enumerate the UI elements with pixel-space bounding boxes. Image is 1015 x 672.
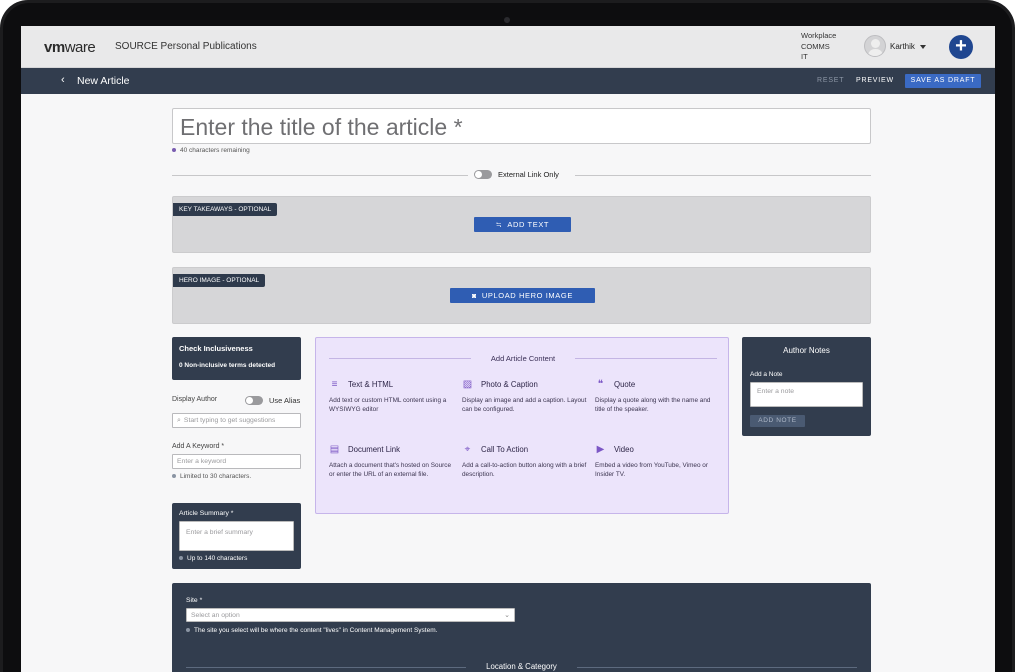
article-title-placeholder: Enter the title of the article * xyxy=(180,114,463,140)
site-section: Site * Select an option ⌄ The site you s… xyxy=(172,583,871,672)
content-item-text-html[interactable]: ≡ Text & HTML Add text or custom HTML con… xyxy=(329,379,454,414)
quote-icon: ❝ xyxy=(597,379,604,390)
site-label: Site * xyxy=(186,597,203,604)
article-summary-label: Article Summary * xyxy=(179,510,234,517)
save-as-draft-button[interactable]: SAVE AS DRAFT xyxy=(905,74,981,88)
site-help: The site you select will be where the co… xyxy=(186,627,437,634)
preview-button[interactable]: PREVIEW xyxy=(856,77,894,84)
use-alias-label: Use Alias xyxy=(269,396,301,405)
add-text-button[interactable]: ≒ ADD TEXT xyxy=(474,217,571,232)
user-name[interactable]: Karthik xyxy=(890,42,915,51)
chars-remaining: 40 characters remaining xyxy=(172,147,250,154)
external-link-label: External Link Only xyxy=(498,170,559,179)
hero-image-tag: HERO IMAGE - OPTIONAL xyxy=(173,274,266,287)
app-screen: vmware SOURCE Personal Publications Work… xyxy=(21,26,995,672)
add-note-label: Add a Note xyxy=(750,371,783,378)
document-icon: ▤ xyxy=(329,444,340,455)
info-dot-icon xyxy=(172,148,176,153)
back-icon[interactable]: ‹ xyxy=(61,74,65,86)
keyword-label: Add A Keyword * xyxy=(172,443,225,450)
content-item-document-link[interactable]: ▤ Document Link Attach a document that's … xyxy=(329,444,454,479)
content-item-video[interactable]: ▶ Video Embed a video from YouTube, Vimeo… xyxy=(595,444,720,479)
article-nav-bar: ‹ New Article RESET PREVIEW SAVE AS DRAF… xyxy=(21,68,995,94)
use-alias-toggle[interactable] xyxy=(245,396,263,405)
search-icon: ⌕ xyxy=(177,417,181,424)
upload-hero-image-button[interactable]: ◙ UPLOAD HERO IMAGE xyxy=(450,288,595,303)
note-input[interactable]: Enter a note xyxy=(750,382,863,407)
divider xyxy=(577,667,857,668)
top-bar: vmware SOURCE Personal Publications Work… xyxy=(21,26,995,68)
video-icon: ▶ xyxy=(596,444,605,455)
workplace-label: Workplace COMMS IT xyxy=(801,31,837,61)
add-article-content-panel: Add Article Content ≡ Text & HTML Add tex… xyxy=(315,337,729,514)
divider xyxy=(575,358,717,359)
vmware-logo[interactable]: vmware xyxy=(44,39,96,56)
keyword-help: Limited to 30 characters. xyxy=(172,473,251,480)
info-dot-icon xyxy=(179,556,183,561)
text-icon: ≡ xyxy=(331,379,338,390)
site-select[interactable]: Select an option ⌄ xyxy=(186,608,515,622)
info-dot-icon xyxy=(172,474,176,479)
content-item-call-to-action[interactable]: ⌖ Call To Action Add a call-to-action but… xyxy=(462,444,587,479)
keyword-input[interactable]: Enter a keyword xyxy=(172,454,301,469)
reset-button[interactable]: RESET xyxy=(817,77,844,84)
author-search-input[interactable]: ⌕ Start typing to get suggestions xyxy=(172,413,301,428)
check-inclusiveness-title: Check Inclusiveness xyxy=(179,344,253,353)
app-title: SOURCE Personal Publications xyxy=(115,41,257,52)
summary-help: Up to 140 characters xyxy=(179,555,247,562)
hero-image-section: HERO IMAGE - OPTIONAL ◙ UPLOAD HERO IMAGE xyxy=(172,267,871,324)
avatar[interactable] xyxy=(864,35,886,57)
display-author-label: Display Author xyxy=(172,396,218,403)
key-takeaways-section: KEY TAKEAWAYS - OPTIONAL ≒ ADD TEXT xyxy=(172,196,871,253)
author-notes-title: Author Notes xyxy=(783,346,830,355)
author-notes-card: Author Notes Add a Note Enter a note ADD… xyxy=(742,337,871,436)
non-inclusive-count: 0 Non-inclusive terms detected xyxy=(179,362,276,369)
info-dot-icon xyxy=(186,628,190,633)
check-inclusiveness-card[interactable]: Check Inclusiveness 0 Non-inclusive term… xyxy=(172,337,301,380)
content-item-quote[interactable]: ❝ Quote Display a quote along with the na… xyxy=(595,379,720,414)
add-note-button[interactable]: ADD NOTE xyxy=(750,415,805,427)
text-icon: ≒ xyxy=(495,222,503,229)
divider xyxy=(172,175,468,176)
image-icon: ▨ xyxy=(462,379,473,390)
target-icon: ⌖ xyxy=(464,444,471,455)
content-item-photo-caption[interactable]: ▨ Photo & Caption Display an image and ad… xyxy=(462,379,587,414)
page-title: New Article xyxy=(77,75,130,87)
create-button[interactable]: + xyxy=(949,35,973,59)
article-summary-input[interactable]: Enter a brief summary xyxy=(179,521,294,551)
article-summary-card: Article Summary * Enter a brief summary … xyxy=(172,503,301,569)
chevron-down-icon: ⌄ xyxy=(504,612,510,619)
article-title-input[interactable]: Enter the title of the article * xyxy=(172,108,871,144)
divider xyxy=(575,175,871,176)
external-link-toggle[interactable] xyxy=(474,170,492,179)
chevron-down-icon[interactable] xyxy=(920,45,926,49)
camera-icon: ◙ xyxy=(472,293,477,300)
camera-icon xyxy=(504,17,510,23)
key-takeaways-tag: KEY TAKEAWAYS - OPTIONAL xyxy=(173,203,278,216)
